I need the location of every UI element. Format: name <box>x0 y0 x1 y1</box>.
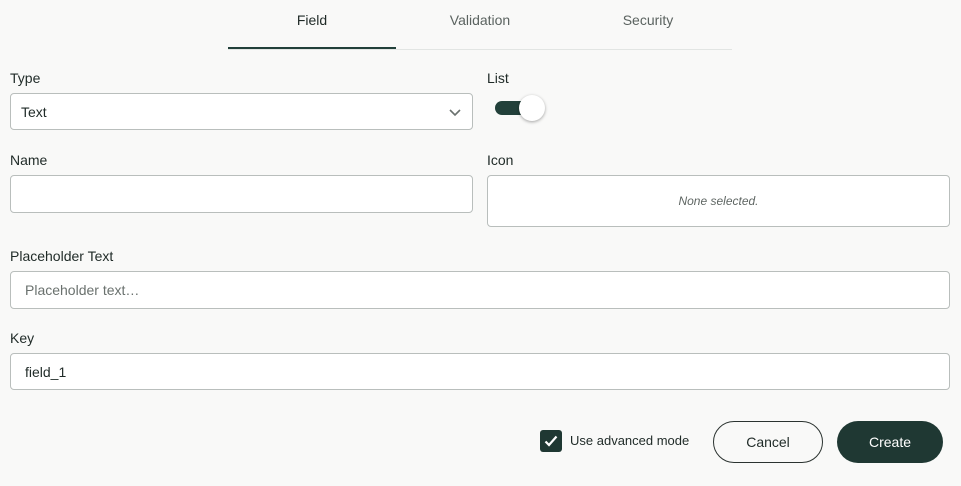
key-input[interactable] <box>10 353 950 390</box>
tab-bar: Field Validation Security <box>228 0 732 50</box>
icon-label: Icon <box>487 152 514 168</box>
type-select[interactable]: Text <box>10 93 473 130</box>
type-label: Type <box>10 70 41 86</box>
placeholder-label: Placeholder Text <box>10 248 114 264</box>
name-input[interactable] <box>10 175 473 213</box>
icon-picker[interactable]: None selected. <box>487 175 950 227</box>
toggle-knob <box>519 95 545 121</box>
type-select-value: Text <box>21 103 47 120</box>
placeholder-input[interactable] <box>10 271 950 309</box>
name-label: Name <box>10 152 48 168</box>
tab-field[interactable]: Field <box>228 0 396 49</box>
icon-picker-empty-text: None selected. <box>678 194 759 208</box>
list-toggle[interactable] <box>494 94 548 122</box>
chevron-down-icon <box>448 105 462 119</box>
list-label: List <box>487 70 509 86</box>
checkmark-icon <box>544 435 558 447</box>
tab-validation[interactable]: Validation <box>396 0 564 48</box>
tab-security[interactable]: Security <box>564 0 732 48</box>
advanced-mode-checkbox[interactable] <box>540 430 562 452</box>
cancel-button[interactable]: Cancel <box>713 421 823 463</box>
create-button[interactable]: Create <box>837 421 943 463</box>
key-label: Key <box>10 330 35 346</box>
advanced-mode-label: Use advanced mode <box>570 433 690 448</box>
